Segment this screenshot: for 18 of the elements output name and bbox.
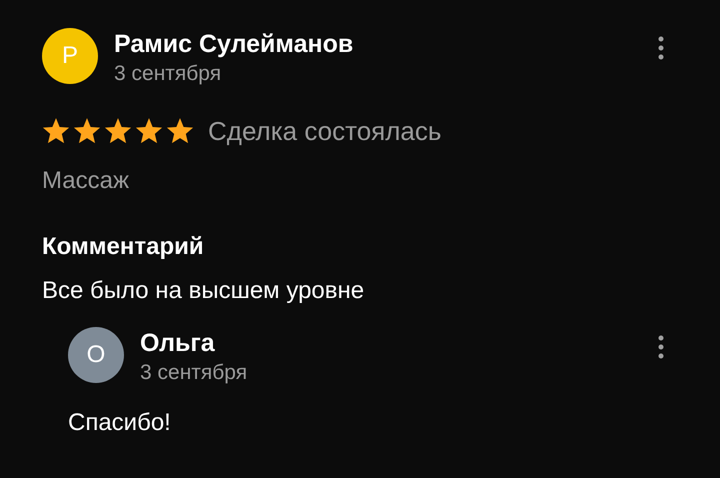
deal-status: Сделка состоялась xyxy=(208,115,442,148)
more-options-icon[interactable] xyxy=(658,335,664,359)
more-options-icon[interactable] xyxy=(658,36,664,60)
author-name: Ольга xyxy=(140,328,216,359)
review-date: 3 сентября xyxy=(114,61,222,87)
star-icon xyxy=(104,118,132,145)
star-icon xyxy=(73,118,101,145)
service-name: Массаж xyxy=(42,166,130,196)
star-icon xyxy=(42,118,70,145)
avatar: Р xyxy=(42,28,98,84)
comment-text: Все было на высшем уровне xyxy=(42,276,366,306)
author-name: Рамис Сулейманов xyxy=(114,29,354,60)
star-icon xyxy=(135,118,163,145)
reply-text: Спасибо! xyxy=(68,408,172,438)
avatar: О xyxy=(68,327,124,383)
star-icon xyxy=(166,118,194,145)
review-date: 3 сентября xyxy=(140,360,248,386)
comment-heading: Комментарий xyxy=(42,232,205,262)
